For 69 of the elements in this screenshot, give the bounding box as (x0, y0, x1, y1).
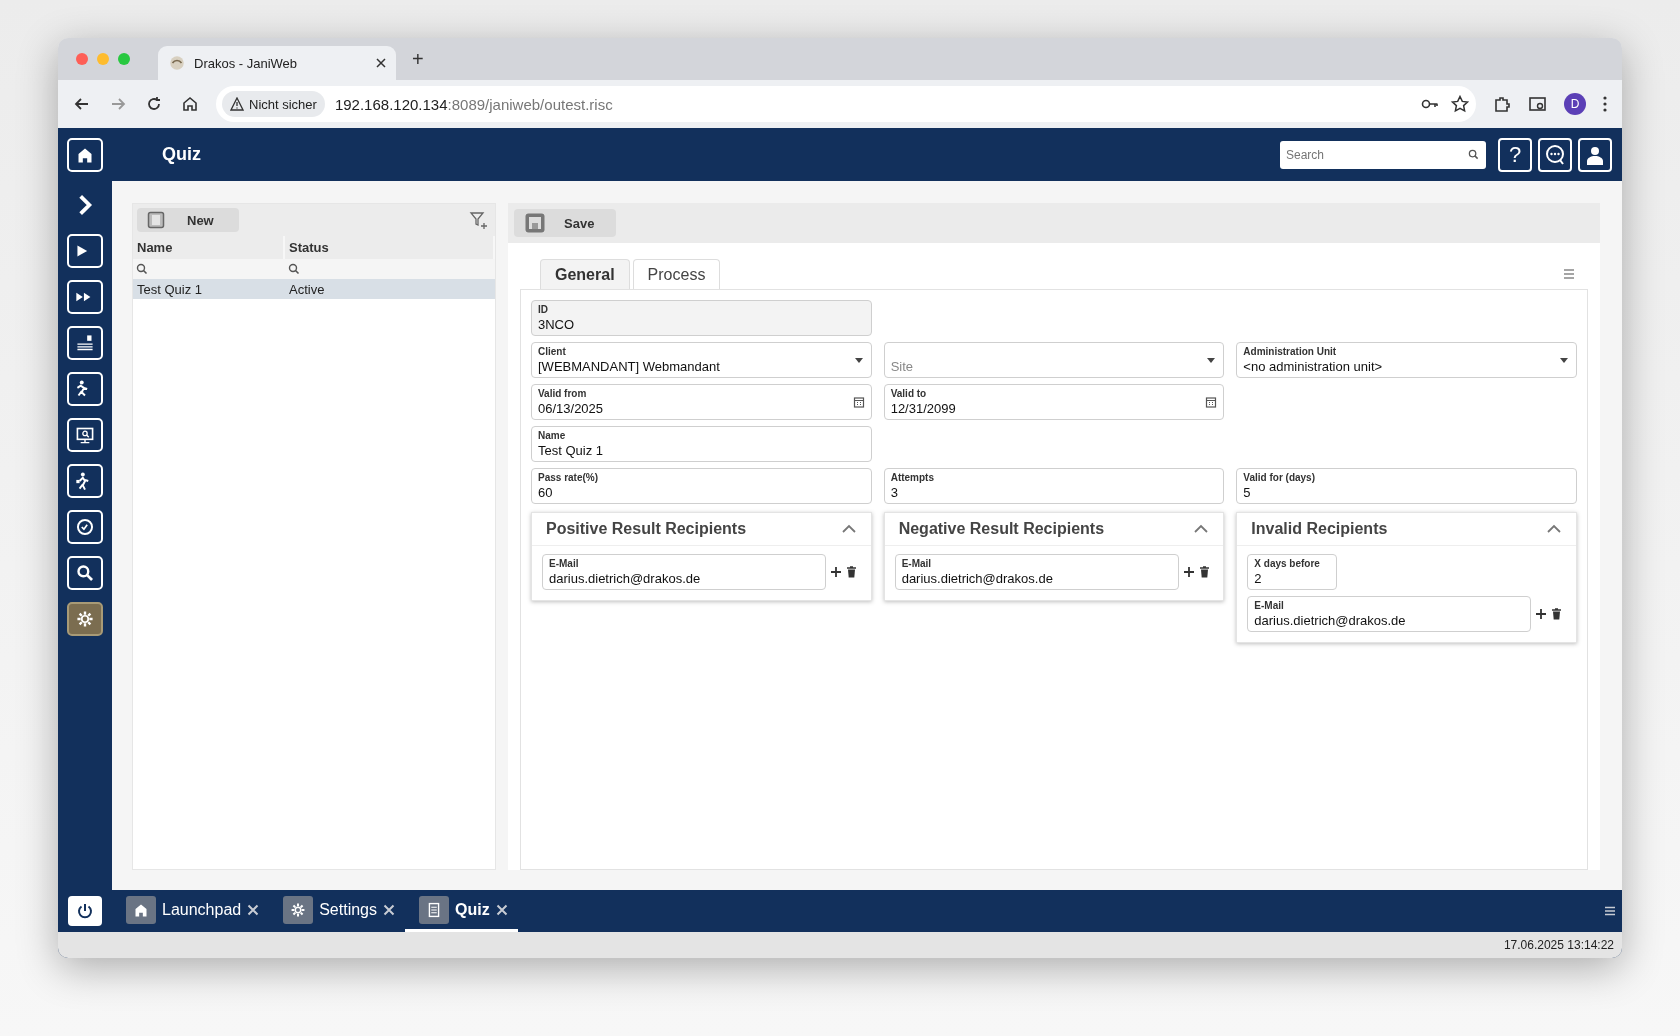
input-field[interactable]: Pass rate(%) 60 (531, 468, 872, 504)
add-icon[interactable] (1182, 566, 1195, 578)
calendar-icon (852, 396, 865, 408)
search-icon (1468, 148, 1479, 160)
profile-avatar[interactable]: D (1564, 93, 1586, 115)
url-text: 192.168.120.134:8089/janiweb/outest.risc (334, 95, 614, 113)
warning-icon (230, 97, 244, 111)
star-icon[interactable] (1450, 94, 1470, 114)
running-figure-icon[interactable] (67, 372, 103, 406)
user-icon[interactable] (1578, 137, 1612, 172)
site-icon (168, 54, 186, 72)
puzzle-icon[interactable] (1492, 94, 1512, 114)
panel-title: Negative Result Recipients (898, 520, 1105, 538)
input-field[interactable]: Name Test Quiz 1 (531, 426, 872, 462)
home-icon[interactable] (67, 138, 103, 172)
clock-icon[interactable] (67, 510, 103, 544)
walking-figure-icon[interactable] (67, 464, 103, 498)
search-icon[interactable] (136, 263, 148, 275)
dropdown-field[interactable]: Administration Unit <no administration unit> (1236, 342, 1577, 378)
home-icon[interactable] (180, 94, 200, 114)
taskbar-tab[interactable]: Settings (269, 890, 405, 932)
document-icon (147, 211, 165, 229)
browser-tab[interactable]: Drakos - JaniWeb (158, 46, 396, 80)
play-icon[interactable] (67, 234, 103, 268)
dropdown-field[interactable]: Site (883, 342, 1225, 378)
table-row[interactable]: Test Quiz 1 Active (133, 279, 495, 299)
search-icon[interactable] (288, 263, 300, 275)
tab-search-icon[interactable] (1528, 94, 1548, 114)
taskbar-tab[interactable]: Launchpad (112, 890, 270, 932)
page-title: Quiz (162, 144, 202, 165)
help-button[interactable]: ? (1498, 137, 1532, 172)
power-icon[interactable] (68, 896, 102, 926)
add-icon[interactable] (1535, 608, 1548, 620)
tab[interactable]: Process (632, 259, 721, 289)
input-field[interactable]: Attempts 3 (883, 468, 1225, 504)
gear-icon[interactable] (67, 602, 103, 636)
input-field[interactable]: E-Mail darius.dietrich@drakos.de (894, 554, 1179, 590)
more-icon[interactable] (1602, 94, 1608, 114)
calendar-icon (1205, 396, 1218, 408)
trash-icon[interactable] (1198, 566, 1210, 578)
input-field[interactable]: Valid for (days) 5 (1236, 468, 1577, 504)
input-field[interactable]: E-Mail darius.dietrich@drakos.de (1247, 596, 1532, 632)
date-field[interactable]: Valid to 12/31/2099 (883, 384, 1225, 420)
address-bar[interactable]: Nicht sicher 192.168.120.134:8089/janiweb/outest.risc (216, 86, 1476, 122)
close-icon[interactable] (376, 58, 386, 68)
date-field[interactable]: Valid from 06/13/2025 (531, 384, 872, 420)
new-tab-button[interactable]: + (406, 47, 430, 71)
trash-icon[interactable] (1551, 608, 1563, 620)
input-field[interactable]: X days before 2 (1247, 554, 1338, 590)
tab[interactable]: General (540, 259, 630, 289)
panel-title: Positive Result Recipients (546, 520, 747, 538)
search-icon[interactable] (67, 556, 103, 590)
monitor-icon[interactable] (67, 418, 103, 452)
security-chip[interactable]: Nicht sicher (222, 91, 325, 117)
search-field[interactable]: Search (1280, 140, 1486, 169)
panel-title: Invalid Recipients (1251, 520, 1388, 538)
menu-icon[interactable] (1604, 905, 1616, 917)
new-button[interactable]: New (137, 208, 239, 232)
add-icon[interactable] (830, 566, 842, 578)
add-filter-icon[interactable] (469, 210, 489, 230)
trash-icon[interactable] (846, 566, 857, 578)
dropdown-field[interactable]: Client [WEBMANDANT] Webmandant (531, 342, 872, 378)
id-card-icon[interactable] (67, 326, 103, 360)
status-datetime: 17.06.2025 13:14:22 (1503, 938, 1614, 952)
chat-icon[interactable] (1538, 137, 1572, 172)
input-field[interactable]: ID 3NCO (531, 300, 872, 336)
fast-forward-icon[interactable] (67, 280, 103, 314)
input-field[interactable]: E-Mail darius.dietrich@drakos.de (542, 554, 826, 590)
save-button[interactable]: Save (514, 209, 616, 237)
